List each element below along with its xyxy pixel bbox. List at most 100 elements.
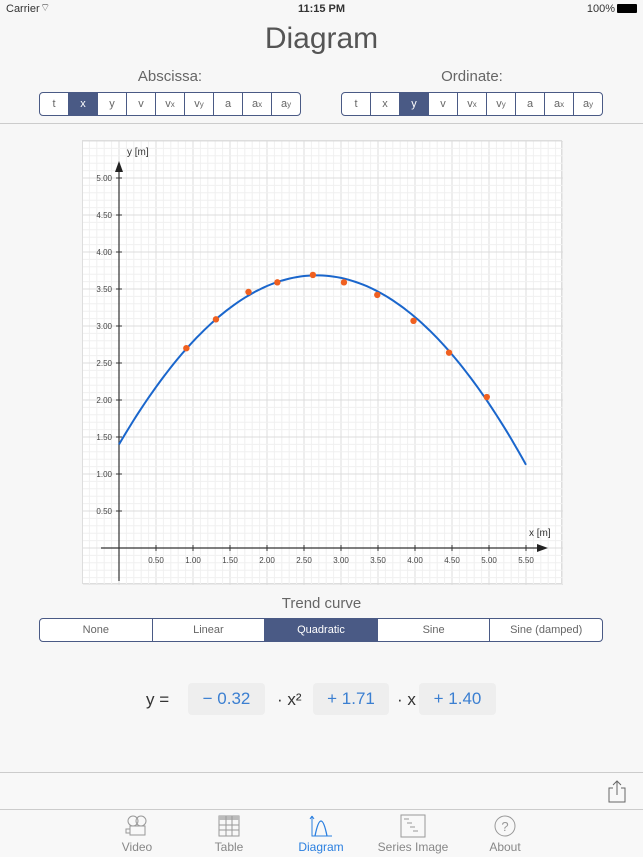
y-tick-label: 2.00 (96, 396, 112, 405)
coefficient-b[interactable]: + 1.71 (313, 683, 389, 715)
tab-series-image[interactable]: Series Image (373, 814, 453, 854)
option-subscript: y (501, 99, 506, 109)
abscissa-selector[interactable]: t x y vvxvyaaxay (39, 92, 301, 116)
data-point (340, 279, 348, 286)
data-point (309, 271, 317, 279)
abscissa-option[interactable]: vy (184, 93, 213, 115)
tab-video[interactable]: Video (97, 814, 177, 854)
abscissa-option[interactable]: ax (242, 93, 271, 115)
data-point (274, 279, 281, 286)
abscissa-option[interactable]: x (68, 93, 97, 115)
ordinate-option[interactable]: ay (573, 93, 602, 115)
coefficient-c[interactable]: + 1.40 (419, 683, 496, 715)
trend-curve-selector[interactable]: None Linear Quadratic Sine Sine (damped) (39, 618, 603, 642)
option-subscript: y (287, 99, 292, 109)
series-image-icon (400, 814, 426, 838)
divider (0, 123, 643, 124)
tab-diagram[interactable]: Diagram (281, 814, 361, 854)
divider (0, 809, 643, 810)
chart-svg: 0.50 1.00 1.50 2.00 2.50 3.00 3.50 4.00 4.50 5.00… (83, 140, 564, 586)
battery-icon (617, 4, 637, 13)
ordinate-option[interactable]: x (370, 93, 399, 115)
option-subscript: x (258, 99, 263, 109)
y-tick-label: 3.50 (96, 285, 112, 294)
coefficient-a[interactable]: − 0.32 (188, 683, 265, 715)
x-tick-label: 2.50 (296, 556, 312, 565)
trend-option[interactable]: Linear (151, 619, 265, 641)
y-axis-arrow (115, 161, 123, 172)
data-point (445, 349, 453, 356)
data-point (374, 291, 381, 299)
ordinate-selector[interactable]: t x y vvxvyaaxay (341, 92, 603, 116)
option-subscript: y (589, 99, 594, 109)
trend-curve-label: Trend curve (281, 595, 362, 612)
y-tick-label: 1.00 (96, 470, 112, 479)
equation-lhs: y = (146, 690, 170, 709)
ordinate-option[interactable]: t (342, 93, 370, 115)
abscissa-option[interactable]: v (126, 93, 155, 115)
svg-text:?: ? (501, 819, 508, 834)
x-tick-label: 5.00 (481, 556, 497, 565)
option-symbol: a (224, 98, 232, 110)
x-tick-label: 1.50 (222, 556, 238, 565)
video-camera-icon (125, 815, 147, 836)
help-icon: ? (494, 815, 516, 837)
tab-label: Video (121, 840, 153, 854)
trend-option[interactable]: Sine (damped) (489, 619, 602, 641)
diagram-icon (309, 815, 332, 837)
x-axis-arrow (537, 544, 548, 552)
trend-option[interactable]: Quadratic (264, 619, 377, 641)
abscissa-option[interactable]: y (97, 93, 126, 115)
ordinate-option[interactable]: v (428, 93, 457, 115)
ordinate-option[interactable]: ax (544, 93, 573, 115)
option-symbol: v (138, 98, 144, 110)
data-point (483, 393, 490, 401)
option-symbol: y (109, 98, 115, 110)
share-icon (608, 780, 626, 803)
x-axis-label: x [m] (529, 528, 551, 539)
tab-label: Table (214, 840, 244, 854)
x-tick-label: 5.50 (518, 556, 534, 565)
ordinate-label: Ordinate: (441, 68, 503, 85)
page-title: Diagram (264, 22, 379, 55)
x-tick-label: 3.00 (333, 556, 349, 565)
option-symbol: y (411, 98, 417, 110)
abscissa-option[interactable]: t (40, 93, 68, 115)
y-tick-label: 4.00 (96, 248, 112, 257)
chart: 0.50 1.00 1.50 2.00 2.50 3.00 3.50 4.00 4.50 5.00… (82, 140, 564, 586)
option-subscript: x (560, 99, 565, 109)
y-tick-label: 0.50 (96, 507, 112, 516)
ordinate-option[interactable]: a (515, 93, 544, 115)
option-symbol: a (526, 98, 534, 110)
option-subscript: x (472, 99, 477, 109)
tab-label: About (489, 840, 521, 854)
y-tick-label: 3.00 (96, 322, 112, 331)
x-term: · x (397, 690, 416, 709)
share-button[interactable] (608, 779, 626, 808)
x-tick-label: 2.00 (259, 556, 275, 565)
x-tick-label: 1.00 (185, 556, 201, 565)
abscissa-label: Abscissa: (137, 68, 203, 85)
ordinate-option[interactable]: vy (486, 93, 515, 115)
x-tick-label: 0.50 (148, 556, 164, 565)
tab-table[interactable]: Table (189, 814, 269, 854)
x-tick-label: 4.50 (444, 556, 460, 565)
tab-label: Diagram (298, 840, 344, 854)
x-squared-term: · x² (277, 690, 302, 709)
tab-about[interactable]: ? About (465, 814, 545, 854)
option-subscript: y (199, 99, 204, 109)
option-symbol: v (440, 98, 446, 110)
trend-option[interactable]: None (40, 619, 152, 641)
ordinate-option[interactable]: y (399, 93, 428, 115)
trend-option[interactable]: Sine (376, 619, 490, 641)
data-point (245, 288, 252, 296)
abscissa-option[interactable]: vx (155, 93, 184, 115)
abscissa-option[interactable]: a (213, 93, 242, 115)
tab-label: Series Image (377, 840, 449, 854)
ordinate-option[interactable]: vx (457, 93, 486, 115)
option-symbol: t (52, 98, 56, 110)
y-tick-label: 1.50 (96, 433, 112, 442)
x-tick-label: 3.50 (370, 556, 386, 565)
option-subscript: x (170, 99, 175, 109)
abscissa-option[interactable]: ay (271, 93, 300, 115)
